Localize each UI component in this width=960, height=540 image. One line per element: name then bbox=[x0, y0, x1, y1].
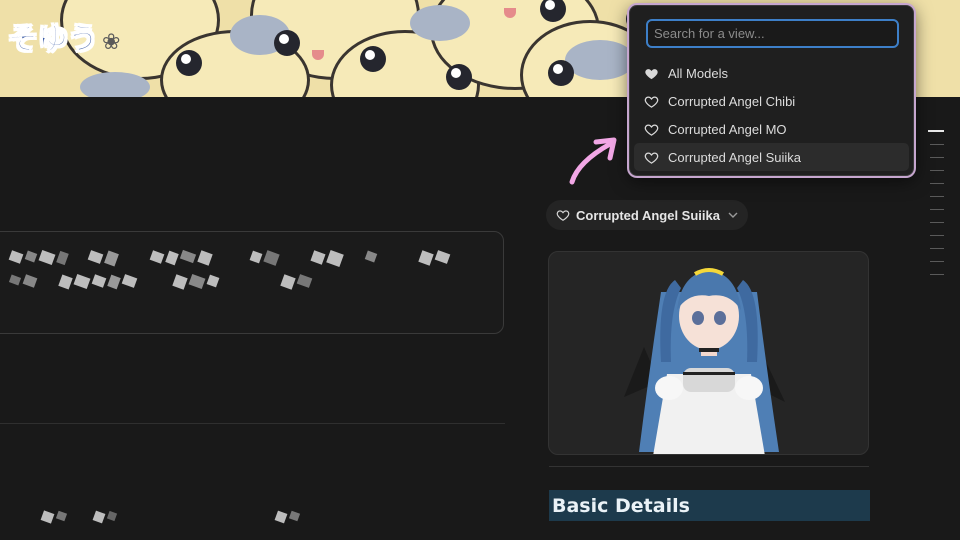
view-menu: All Models Corrupted Angel Chibi Corrupt… bbox=[634, 59, 909, 171]
heart-outline-icon bbox=[644, 123, 659, 136]
menu-item-label: Corrupted Angel Chibi bbox=[668, 93, 796, 109]
outline-tick[interactable] bbox=[930, 261, 944, 262]
outline-tick[interactable] bbox=[930, 274, 944, 275]
outline-tick[interactable] bbox=[930, 144, 944, 145]
heart-filled-icon bbox=[645, 68, 658, 79]
view-search-input[interactable] bbox=[646, 19, 899, 48]
brand-logo-text: そゆう bbox=[8, 22, 99, 58]
outline-tick[interactable] bbox=[930, 170, 944, 171]
menu-item-label: Corrupted Angel Suiika bbox=[668, 149, 801, 165]
outline-tick[interactable] bbox=[930, 183, 944, 184]
page-outline-minimap[interactable] bbox=[928, 130, 948, 287]
outline-tick[interactable] bbox=[930, 196, 944, 197]
model-avatar-image bbox=[624, 268, 785, 454]
heart-outline-icon bbox=[644, 151, 659, 164]
model-preview-card bbox=[548, 251, 869, 455]
heart-outline-icon bbox=[644, 95, 659, 108]
chevron-down-icon bbox=[728, 212, 738, 218]
divider bbox=[549, 466, 869, 467]
redacted-text bbox=[8, 249, 480, 268]
outline-tick[interactable] bbox=[930, 157, 944, 158]
bee-icon: ❀ bbox=[102, 30, 121, 55]
view-dropdown: All Models Corrupted Angel Chibi Corrupt… bbox=[629, 5, 914, 176]
menu-item-all-models[interactable]: All Models bbox=[634, 59, 909, 87]
menu-item-corrupted-angel-suiika[interactable]: Corrupted Angel Suiika bbox=[634, 143, 909, 171]
outline-tick[interactable] bbox=[930, 209, 944, 210]
brand-logo: そゆう ❀ bbox=[8, 14, 121, 58]
redacted-text bbox=[8, 273, 450, 290]
model-selector-label: Corrupted Angel Suiika bbox=[576, 207, 720, 223]
menu-item-corrupted-angel-mo[interactable]: Corrupted Angel MO bbox=[634, 115, 909, 143]
menu-item-label: All Models bbox=[668, 65, 728, 81]
menu-item-corrupted-angel-chibi[interactable]: Corrupted Angel Chibi bbox=[634, 87, 909, 115]
outline-tick[interactable] bbox=[930, 222, 944, 223]
section-title-basic-details: Basic Details bbox=[549, 490, 870, 521]
model-selector[interactable]: Corrupted Angel Suiika bbox=[546, 200, 748, 230]
menu-item-label: Corrupted Angel MO bbox=[668, 121, 787, 137]
outline-tick[interactable] bbox=[930, 235, 944, 236]
outline-tick[interactable] bbox=[928, 130, 944, 132]
pointer-arrow-icon bbox=[569, 137, 617, 185]
divider bbox=[0, 423, 505, 424]
heart-outline-icon bbox=[556, 210, 570, 221]
outline-tick[interactable] bbox=[930, 248, 944, 249]
redacted-text bbox=[40, 510, 372, 524]
